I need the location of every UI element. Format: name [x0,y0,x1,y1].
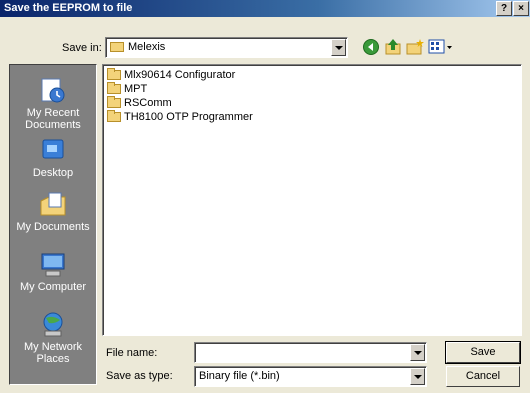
place-desktop[interactable]: Desktop [10,137,96,179]
chevron-down-icon[interactable] [410,368,425,385]
folder-icon [107,82,121,94]
file-name-label: File name: [106,347,158,359]
place-recent-documents[interactable]: My Recent Documents [10,77,96,131]
save-type-value: Binary file (*.bin) [199,370,280,382]
save-in-value: Melexis [128,41,166,53]
save-file-dialog: Save the EEPROM to file ? × Save in: Mel… [0,0,530,393]
my-computer-icon [41,253,65,277]
file-name: TH8100 OTP Programmer [124,111,253,123]
place-label: My Recent Documents [25,107,81,131]
save-type-dropdown[interactable]: Binary file (*.bin) [194,366,427,387]
file-name: RSComm [124,97,172,109]
up-folder-icon[interactable] [384,38,402,56]
new-folder-icon[interactable] [406,38,424,56]
desktop-icon [42,139,64,159]
file-name: Mlx90614 Configurator [124,69,236,81]
folder-icon [107,110,121,122]
folder-icon [107,96,121,108]
place-my-computer[interactable]: My Computer [10,251,96,293]
file-list[interactable]: Mlx90614 Configurator MPT RSComm TH8100 … [102,64,522,336]
help-button[interactable]: ? [496,1,512,16]
save-in-label: Save in: [62,42,102,54]
recent-documents-icon [41,78,65,103]
place-my-documents[interactable]: My Documents [10,191,96,233]
save-in-dropdown[interactable]: Melexis [105,37,348,58]
save-button[interactable]: Save [445,341,521,364]
close-button[interactable]: × [513,1,529,16]
network-places-icon [43,312,63,337]
chevron-down-icon[interactable] [331,39,346,56]
file-name: MPT [124,83,148,95]
my-documents-icon [40,192,66,216]
back-icon[interactable] [362,38,380,56]
folder-icon [110,42,124,52]
place-label: My Computer [19,281,87,293]
title-bar[interactable]: Save the EEPROM to file ? × [0,0,530,17]
save-type-label: Save as type: [106,370,173,382]
cancel-button[interactable]: Cancel [446,366,520,387]
place-label: My Network Places [23,341,83,365]
place-network-places[interactable]: My Network Places [10,311,96,365]
file-name-field[interactable] [194,342,427,363]
place-label: My Documents [16,221,90,233]
folder-icon [107,68,121,80]
window-title: Save the EEPROM to file [4,2,133,14]
chevron-down-icon[interactable] [410,344,425,361]
place-label: Desktop [32,167,74,179]
view-menu-icon[interactable] [428,38,454,56]
places-bar: My Recent Documents Desktop My Documents… [9,64,97,385]
